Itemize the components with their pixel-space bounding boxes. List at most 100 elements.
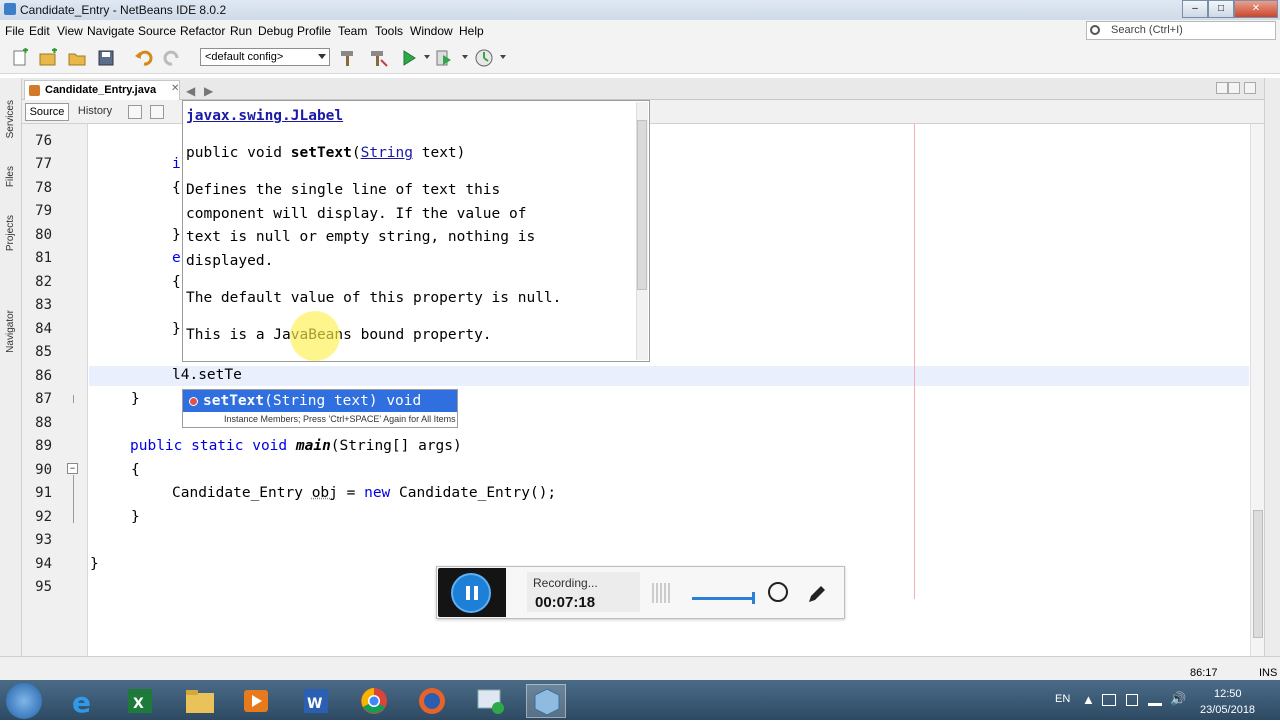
clock-time[interactable]: 12:50	[1214, 688, 1242, 700]
services-panel-tab[interactable]: Services	[5, 100, 16, 138]
action-center-icon[interactable]	[1102, 694, 1116, 706]
minimize-button[interactable]: –	[1182, 0, 1208, 18]
word-icon[interactable]: W	[296, 684, 336, 718]
tab-scroll-right-icon[interactable]: ▶	[204, 84, 213, 98]
pen-icon[interactable]	[805, 582, 829, 606]
menu-file[interactable]: File	[5, 24, 24, 38]
javadoc-class-link[interactable]: javax.swing.JLabel	[186, 108, 343, 124]
run-dropdown-icon[interactable]	[424, 55, 430, 59]
code-line: {	[131, 462, 140, 478]
history-button[interactable]: History	[74, 103, 116, 121]
clean-build-icon[interactable]	[368, 48, 388, 68]
volume-icon[interactable]: 🔊	[1170, 691, 1186, 707]
fold-toggle-icon[interactable]: −	[67, 463, 78, 474]
pause-button[interactable]	[451, 573, 491, 613]
insert-mode: INS	[1259, 667, 1278, 679]
line-number: 87	[35, 391, 52, 407]
build-icon[interactable]	[338, 48, 358, 68]
navigator-panel-tab[interactable]: Navigator	[5, 310, 16, 353]
internet-explorer-icon[interactable]: e	[62, 684, 102, 719]
code-line: }	[90, 556, 99, 572]
webcam-icon[interactable]	[768, 582, 788, 602]
method-icon	[189, 397, 198, 406]
tab-scroll-left-icon[interactable]: ◀	[186, 84, 195, 98]
menu-refactor[interactable]: Refactor	[180, 24, 225, 38]
line-number: 90	[35, 462, 52, 478]
completion-hint: Instance Members; Press 'Ctrl+SPACE' Aga…	[224, 414, 456, 424]
scrollbar-thumb[interactable]	[1253, 510, 1263, 638]
excel-icon[interactable]: X	[120, 684, 160, 718]
start-button[interactable]	[6, 683, 42, 719]
line-number: 84	[35, 321, 52, 337]
volume-slider[interactable]	[692, 597, 754, 600]
code-line-new-object: Candidate_Entry obj = new Candidate_Entr…	[172, 485, 557, 501]
menu-help[interactable]: Help	[459, 24, 484, 38]
search-box[interactable]: Search (Ctrl+I)	[1086, 21, 1276, 40]
tab-candidate-entry[interactable]: Candidate_Entry.java ✕	[24, 80, 180, 100]
new-project-icon[interactable]	[38, 48, 58, 68]
maximize-editor-icon[interactable]	[1244, 82, 1256, 94]
menu-edit[interactable]: Edit	[29, 24, 50, 38]
remote-app-icon[interactable]	[470, 684, 510, 718]
projects-panel-tab[interactable]: Projects	[5, 215, 16, 251]
tab-close-icon[interactable]: ✕	[171, 83, 179, 94]
menu-tools[interactable]: Tools	[375, 24, 403, 38]
menu-navigate[interactable]: Navigate	[87, 24, 134, 38]
debug-dropdown-icon[interactable]	[462, 55, 468, 59]
file-explorer-icon[interactable]	[180, 684, 220, 718]
pause-icon	[474, 586, 478, 600]
javadoc-scrollbar-thumb[interactable]	[637, 120, 647, 290]
menu-run[interactable]: Run	[230, 24, 252, 38]
config-value: <default config>	[205, 51, 284, 63]
line-number: 92	[35, 509, 52, 525]
language-indicator[interactable]: EN	[1055, 693, 1070, 705]
tab-list-right-icon[interactable]	[1228, 82, 1240, 94]
profile-dropdown-icon[interactable]	[500, 55, 506, 59]
volume-slider-handle[interactable]	[752, 592, 755, 604]
tab-list-left-icon[interactable]	[1216, 82, 1228, 94]
menu-view[interactable]: View	[57, 24, 83, 38]
chrome-icon[interactable]	[354, 684, 394, 718]
files-panel-tab[interactable]: Files	[5, 166, 16, 187]
line-number: 95	[35, 579, 52, 595]
run-icon[interactable]	[399, 48, 419, 68]
debug-icon[interactable]	[434, 48, 454, 68]
close-button[interactable]: ✕	[1234, 0, 1278, 18]
maximize-button[interactable]: □	[1208, 0, 1234, 18]
line-number: 77	[35, 156, 52, 172]
menu-profile[interactable]: Profile	[297, 24, 331, 38]
line-number: 81	[35, 250, 52, 266]
javadoc-popup: javax.swing.JLabel public void setText(S…	[182, 100, 650, 362]
line-number: 83	[35, 297, 52, 313]
menu-source[interactable]: Source	[138, 24, 176, 38]
redo-icon[interactable]	[162, 48, 182, 68]
firefox-icon[interactable]	[412, 684, 452, 718]
code-line: }	[131, 391, 140, 407]
menu-team[interactable]: Team	[338, 24, 367, 38]
line-number: 82	[35, 274, 52, 290]
editor-scrollbar[interactable]	[1250, 124, 1264, 656]
line-number: 78	[35, 180, 52, 196]
clock-date[interactable]: 23/05/2018	[1200, 704, 1255, 716]
completion-item-text[interactable]: setText(String text) void	[203, 393, 421, 409]
network-icon[interactable]	[1148, 694, 1162, 706]
line-number: 88	[35, 415, 52, 431]
save-all-icon[interactable]	[96, 48, 116, 68]
media-player-icon[interactable]	[236, 684, 276, 718]
code-fragment: e	[172, 250, 181, 266]
tray-expand-icon[interactable]: ▲	[1082, 692, 1095, 707]
undo-icon[interactable]	[134, 48, 154, 68]
new-file-icon[interactable]	[10, 48, 30, 68]
profile-icon[interactable]	[474, 48, 494, 68]
menu-window[interactable]: Window	[410, 24, 453, 38]
last-edit-icon[interactable]	[128, 105, 142, 119]
config-dropdown[interactable]: <default config>	[200, 48, 330, 66]
back-icon[interactable]	[150, 105, 164, 119]
device-icon[interactable]	[1126, 694, 1138, 706]
code-line-current[interactable]: l4.setTe	[172, 367, 242, 383]
netbeans-taskbar-icon[interactable]	[526, 684, 566, 718]
open-project-icon[interactable]	[67, 48, 87, 68]
line-number: 76	[35, 133, 52, 149]
menu-debug[interactable]: Debug	[258, 24, 293, 38]
source-button[interactable]: Source	[25, 103, 69, 121]
